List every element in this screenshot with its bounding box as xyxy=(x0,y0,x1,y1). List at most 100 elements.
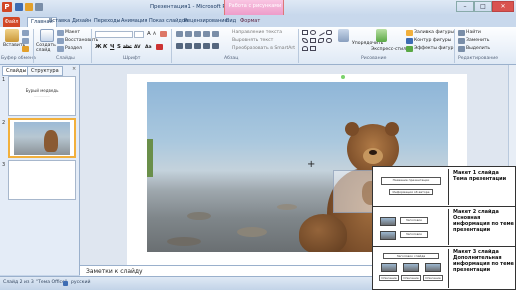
replace-button[interactable]: Заменить xyxy=(466,38,489,43)
find-icon[interactable] xyxy=(458,30,465,36)
notes-pane[interactable]: Заметки к слайду xyxy=(80,265,372,276)
arrow-shape-icon[interactable] xyxy=(302,38,308,43)
notes-placeholder: Заметки к слайду xyxy=(86,268,143,275)
shape-effects-button[interactable]: Эффекты фигур xyxy=(414,46,453,51)
shape-outline-button[interactable]: Контур фигуры xyxy=(414,38,451,43)
close-pane-icon[interactable]: × xyxy=(72,66,76,72)
group-divider xyxy=(91,29,92,63)
layout-image-icon xyxy=(403,263,419,272)
slide-thumbnail-2[interactable] xyxy=(8,118,76,158)
font-color-icon[interactable] xyxy=(156,44,163,50)
tab-file[interactable]: Файл xyxy=(3,17,20,27)
align-text-button[interactable]: Выровнять текст xyxy=(232,38,273,43)
tab-transitions[interactable]: Переходы xyxy=(94,18,121,24)
oval-shape-icon[interactable] xyxy=(310,30,316,35)
grow-font-icon[interactable]: A xyxy=(147,31,151,37)
shape-effects-icon[interactable] xyxy=(406,46,413,52)
bear-nose xyxy=(369,150,377,155)
replace-icon[interactable] xyxy=(458,38,465,44)
layout-box: Информация об авторе xyxy=(389,189,433,195)
cut-icon[interactable] xyxy=(22,30,29,36)
layout-image-icon xyxy=(381,263,397,272)
powerpoint-app-icon[interactable]: P xyxy=(2,2,12,12)
spellcheck-icon[interactable] xyxy=(63,281,68,286)
numbering-icon[interactable] xyxy=(185,31,192,37)
maximize-button[interactable]: □ xyxy=(474,1,492,12)
layout-icon[interactable] xyxy=(57,30,64,36)
tab-review[interactable]: Рецензирование xyxy=(184,18,228,24)
textbox-shape-icon[interactable] xyxy=(310,46,316,51)
section-icon[interactable] xyxy=(57,46,64,52)
rectangle-shape-icon[interactable] xyxy=(302,30,308,35)
tab-slideshow[interactable]: Показ слайдов xyxy=(149,18,188,24)
align-right-icon[interactable] xyxy=(194,43,201,49)
layout-preview: Заголовок слайда Заголовок слайда xyxy=(375,209,449,245)
format-painter-icon[interactable] xyxy=(22,46,29,52)
reset-button[interactable]: Восстановить xyxy=(65,38,98,43)
line-shape-icon[interactable] xyxy=(317,28,325,37)
save-icon[interactable] xyxy=(15,3,23,11)
section-button[interactable]: Раздел xyxy=(65,46,82,51)
tab-design[interactable]: Дизайн xyxy=(72,18,91,24)
select-button[interactable]: Выделить xyxy=(466,46,490,51)
minimize-button[interactable]: – xyxy=(456,1,474,12)
new-slide-icon[interactable] xyxy=(40,29,54,42)
layout-button[interactable]: Макет xyxy=(65,30,80,35)
slide-thumbnail-1[interactable]: Бурый медведь ................ xyxy=(8,76,76,116)
shrink-font-icon[interactable]: A xyxy=(153,32,156,37)
tab-animations[interactable]: Анимация xyxy=(121,18,147,24)
align-center-icon[interactable] xyxy=(185,43,192,49)
layout-row-1: Название презентации Информация об автор… xyxy=(373,167,516,207)
text-direction-button[interactable]: Направление текста xyxy=(232,30,282,35)
undo-icon[interactable] xyxy=(25,3,33,11)
reset-icon[interactable] xyxy=(57,38,64,44)
strikethrough-button[interactable]: abc xyxy=(123,45,132,50)
increase-indent-icon[interactable] xyxy=(203,31,210,37)
slide-number: 1 xyxy=(2,77,6,83)
close-button[interactable]: ✕ xyxy=(492,1,514,12)
change-case-button[interactable]: Aa xyxy=(145,45,152,50)
shape-fill-button[interactable]: Заливка фигуры xyxy=(414,30,454,35)
align-left-icon[interactable] xyxy=(176,43,183,49)
spacing-button[interactable]: AV xyxy=(134,45,141,50)
justify-icon[interactable] xyxy=(203,43,210,49)
tab-format[interactable]: Формат xyxy=(240,18,260,24)
quick-styles-icon[interactable] xyxy=(376,29,387,42)
shape-outline-icon[interactable] xyxy=(406,38,413,44)
tab-outline[interactable]: Структура xyxy=(27,66,63,76)
quick-styles-button[interactable]: Экспресс-стили xyxy=(371,47,409,52)
arrange-icon[interactable] xyxy=(338,29,349,42)
star-shape-icon[interactable] xyxy=(326,38,332,43)
tab-insert[interactable]: Вставка xyxy=(49,18,70,24)
tab-view[interactable]: Вид xyxy=(226,18,236,24)
shadow-button[interactable]: S xyxy=(117,44,121,50)
smartart-button[interactable]: Преобразовать в SmartArt xyxy=(232,46,295,51)
bullets-icon[interactable] xyxy=(176,31,183,37)
triangle-shape-icon[interactable] xyxy=(310,38,316,43)
select-icon[interactable] xyxy=(458,46,465,52)
decrease-indent-icon[interactable] xyxy=(194,31,201,37)
rotation-handle[interactable] xyxy=(341,75,345,79)
copy-icon[interactable] xyxy=(22,38,29,44)
curve-shape-icon[interactable] xyxy=(318,38,324,43)
redo-icon[interactable] xyxy=(35,3,43,11)
bold-button[interactable]: Ж xyxy=(95,44,102,50)
slides-group-label: Слайды xyxy=(56,56,75,61)
italic-button[interactable]: К xyxy=(103,44,107,50)
font-size-box[interactable] xyxy=(134,31,144,38)
language-indicator[interactable]: русский xyxy=(71,280,90,285)
brace-shape-icon[interactable] xyxy=(302,46,308,51)
underline-button[interactable]: Ч xyxy=(110,44,114,50)
columns-icon[interactable] xyxy=(212,43,219,49)
clear-format-icon[interactable] xyxy=(160,31,167,37)
slide-thumbnail-3[interactable] xyxy=(8,160,76,200)
rounded-rect-shape-icon[interactable] xyxy=(326,30,332,35)
find-button[interactable]: Найти xyxy=(466,30,481,35)
shape-fill-icon[interactable] xyxy=(406,30,413,36)
clipboard-group-label: Буфер обмена xyxy=(1,56,36,61)
paste-icon[interactable] xyxy=(5,29,19,42)
font-name-box[interactable] xyxy=(95,31,133,38)
layout-preview: Заголовок слайда Описание рис. Описание … xyxy=(375,249,449,288)
line-spacing-icon[interactable] xyxy=(212,31,219,37)
new-slide-button[interactable]: Создать слайд xyxy=(36,43,56,53)
